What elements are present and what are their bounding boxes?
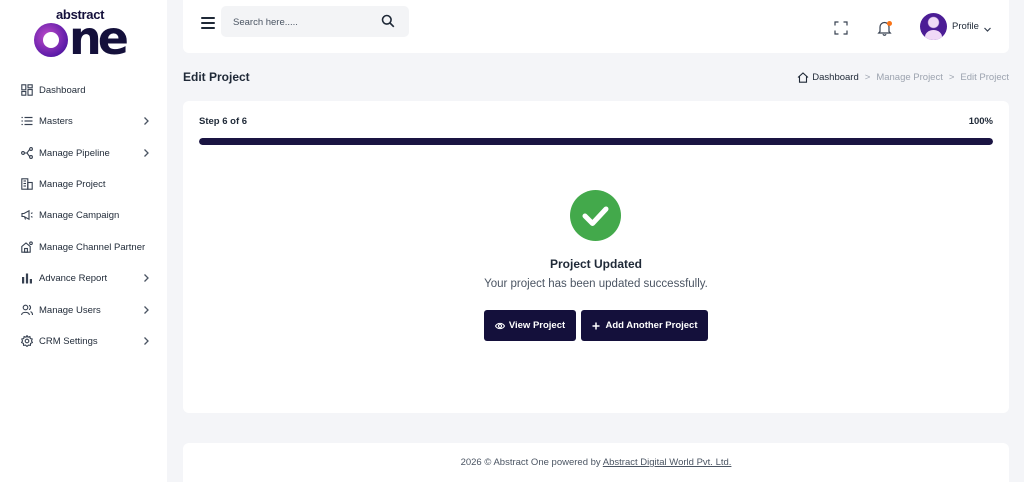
wizard-card: Step 6 of 6 100% Project Updated Your pr… — [183, 101, 1009, 413]
footer: 2026 © Abstract One powered by Abstract … — [183, 443, 1009, 482]
chevron-right-icon — [140, 114, 152, 126]
home-icon[interactable] — [797, 72, 809, 83]
sidebar-item-label: Manage Channel Partner — [39, 241, 146, 253]
success-message: Your project has been updated successful… — [484, 278, 708, 290]
chevron-right-icon — [140, 146, 152, 158]
sidebar-item-label: Manage Users — [39, 304, 101, 316]
success-title: Project Updated — [549, 257, 642, 271]
partner-icon — [20, 241, 33, 254]
megaphone-icon — [20, 209, 33, 222]
plus-icon — [591, 321, 601, 331]
sidebar-item-label: Dashboard — [39, 84, 86, 96]
page-title: Edit Project — [183, 70, 250, 84]
gear-icon — [20, 335, 33, 348]
breadcrumb-current: Edit Project — [960, 72, 1009, 83]
notification-badge — [887, 21, 892, 26]
topbar: Profile — [183, 0, 1009, 53]
sidebar-item-manage-campaign[interactable]: Manage Campaign — [20, 204, 156, 226]
progress-fill — [199, 138, 993, 145]
sidebar-item-label: CRM Settings — [39, 335, 98, 347]
avatar[interactable] — [920, 13, 947, 40]
breadcrumb: Dashboard > Manage Project > Edit Projec… — [797, 72, 1009, 83]
search-input[interactable] — [233, 14, 373, 30]
sparkle-icon: ✦ — [44, 31, 55, 46]
chevron-down-icon[interactable] — [983, 21, 992, 32]
sidebar-item-label: Masters — [39, 115, 73, 127]
sidebar-item-label: Manage Campaign — [39, 209, 120, 221]
view-project-button[interactable]: View Project — [484, 310, 576, 341]
chevron-right-icon — [140, 271, 152, 283]
pipeline-icon — [20, 147, 33, 160]
breadcrumb-separator: > — [864, 72, 871, 83]
breadcrumb-separator: > — [948, 72, 955, 83]
eye-icon — [494, 321, 505, 331]
sidebar-item-manage-project[interactable]: Manage Project — [20, 173, 156, 195]
sidebar-item-manage-pipeline[interactable]: Manage Pipeline — [20, 142, 156, 164]
users-icon — [20, 304, 33, 317]
step-indicator: Step 6 of 6 — [199, 116, 248, 127]
view-project-label: View Project — [508, 320, 566, 331]
sidebar-item-manage-users[interactable]: Manage Users — [20, 299, 156, 321]
chevron-right-icon — [140, 334, 152, 346]
chevron-right-icon — [140, 303, 152, 315]
footer-copyright: 2026 © Abstract One powered by — [460, 457, 601, 468]
success-check-icon — [570, 190, 621, 241]
footer-company-link[interactable]: Abstract Digital World Pvt. Ltd. — [603, 457, 732, 468]
progress-percent: 100% — [968, 116, 993, 127]
progress-bar — [199, 138, 993, 145]
sidebar-item-label: Advance Report — [39, 272, 108, 284]
brand-logo[interactable]: abstract ✦ ne — [32, 6, 136, 64]
sidebar-item-masters[interactable]: Masters — [20, 110, 156, 132]
logo-text-big: ne — [69, 11, 129, 65]
grid-icon — [20, 84, 33, 97]
sidebar-item-advance-report[interactable]: Advance Report — [20, 267, 156, 289]
sidebar-item-crm-settings[interactable]: CRM Settings — [20, 330, 156, 352]
search-box — [221, 6, 409, 37]
sidebar-item-label: Manage Project — [39, 178, 106, 190]
list-icon — [20, 115, 33, 128]
sidebar: abstract ✦ ne Dashboard Masters Manage P… — [0, 0, 167, 482]
sidebar-item-manage-channel-partner[interactable]: Manage Channel Partner — [20, 236, 156, 258]
add-another-project-label: Add Another Project — [605, 320, 698, 331]
search-icon[interactable] — [381, 14, 395, 28]
bar-chart-icon — [20, 272, 33, 285]
hamburger-menu-icon[interactable] — [201, 17, 215, 29]
profile-label[interactable]: Profile — [952, 21, 979, 32]
breadcrumb-manage-project[interactable]: Manage Project — [876, 72, 943, 83]
add-another-project-button[interactable]: Add Another Project — [581, 310, 708, 341]
sidebar-item-dashboard[interactable]: Dashboard — [20, 79, 156, 101]
breadcrumb-dashboard[interactable]: Dashboard — [812, 72, 858, 83]
sidebar-item-label: Manage Pipeline — [39, 147, 110, 159]
footer-text: 2026 © Abstract One powered by Abstract … — [183, 457, 1009, 468]
building-icon — [20, 178, 33, 191]
fullscreen-icon[interactable] — [834, 21, 848, 35]
